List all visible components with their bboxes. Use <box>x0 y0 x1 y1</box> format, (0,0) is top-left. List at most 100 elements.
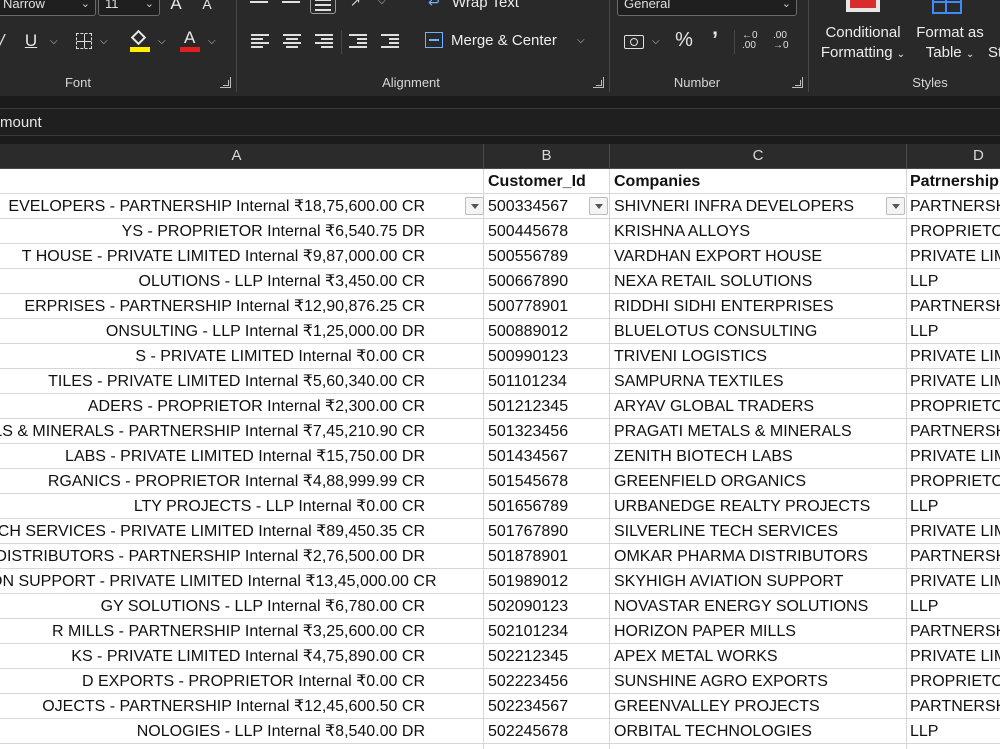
decrease-font-size-button[interactable]: A <box>200 0 214 14</box>
comma-style-button[interactable]: ’ <box>708 29 722 51</box>
cell-ledger[interactable]: ADERS - PROPRIETOR Internal ₹2,300.00 CR <box>0 394 484 419</box>
cell-customer-id[interactable]: 501101234 <box>484 369 610 394</box>
orientation-dropdown-icon[interactable]: ⌵ <box>378 0 386 7</box>
merge-center-button[interactable]: Merge & Center ⌵ <box>425 32 595 52</box>
empty-cell[interactable] <box>0 744 484 749</box>
cell-ledger[interactable]: OLUTIONS - LLP Internal ₹3,450.00 CR <box>0 269 484 294</box>
borders-dropdown-icon[interactable]: ⌵ <box>100 36 108 47</box>
cell-partnership[interactable]: PRIVATE LIMITED <box>907 344 1000 369</box>
cell-company[interactable]: URBANEDGE REALTY PROJECTS <box>610 494 907 519</box>
cell-partnership[interactable]: LLP <box>907 269 1000 294</box>
cell-company[interactable]: SKYHIGH AVIATION SUPPORT <box>610 569 907 594</box>
worksheet-grid[interactable]: Customer_Id Companies Patrnership EVELOP… <box>0 169 1000 749</box>
borders-icon[interactable] <box>76 33 92 49</box>
cell-partnership[interactable]: PARTNERSHIP <box>907 694 1000 719</box>
cell-company[interactable]: GREENVALLEY PROJECTS <box>610 694 907 719</box>
percent-style-button[interactable]: % <box>674 30 694 50</box>
align-top-icon[interactable] <box>250 0 268 10</box>
cell-ledger[interactable]: ERPRISES - PARTNERSHIP Internal ₹12,90,8… <box>0 294 484 319</box>
column-header-b[interactable]: B <box>484 144 610 168</box>
cell-customer-id[interactable]: 500778901 <box>484 294 610 319</box>
empty-cell[interactable] <box>610 744 907 749</box>
format-as-table-button[interactable]: Format as Table ⌄ <box>912 0 988 61</box>
cell-ledger[interactable]: T HOUSE - PRIVATE LIMITED Internal ₹9,87… <box>0 244 484 269</box>
cell-company[interactable]: NEXA RETAIL SOLUTIONS <box>610 269 907 294</box>
cell-partnership[interactable]: PRIVATE LIMITED <box>907 444 1000 469</box>
cell-customer-id[interactable]: 501434567 <box>484 444 610 469</box>
cell-ledger[interactable]: LS & MINERALS - PARTNERSHIP Internal ₹7,… <box>0 419 484 444</box>
cell-styles-button[interactable]: St <box>988 44 1000 64</box>
cell-ledger[interactable]: LTY PROJECTS - LLP Internal ₹0.00 CR <box>0 494 484 519</box>
cell-customer-id[interactable]: 500667890 <box>484 269 610 294</box>
cell-customer-id[interactable]: 502245678 <box>484 719 610 744</box>
cell-partnership[interactable]: LLP <box>907 494 1000 519</box>
cell-partnership[interactable]: PROPRIETOR <box>907 394 1000 419</box>
cell-partnership[interactable]: PRIVATE LIMITED <box>907 369 1000 394</box>
font-color-dropdown-icon[interactable]: ⌵ <box>208 36 216 47</box>
cell-ledger[interactable]: NOLOGIES - LLP Internal ₹8,540.00 DR <box>0 719 484 744</box>
header-cell-companies[interactable]: Companies <box>610 169 907 194</box>
cell-ledger[interactable]: ON SUPPORT - PRIVATE LIMITED Internal ₹1… <box>0 569 484 594</box>
alignment-dialog-launcher-icon[interactable] <box>593 77 604 88</box>
cell-company[interactable]: RIDDHI SIDHI ENTERPRISES <box>610 294 907 319</box>
orientation-icon[interactable]: ↗ <box>350 0 372 9</box>
cell-company[interactable]: BLUELOTUS CONSULTING <box>610 319 907 344</box>
cell-ledger[interactable]: DISTRIBUTORS - PARTNERSHIP Internal ₹2,7… <box>0 544 484 569</box>
cell-ledger[interactable]: CH SERVICES - PRIVATE LIMITED Internal ₹… <box>0 519 484 544</box>
cell-customer-id[interactable]: 501656789 <box>484 494 610 519</box>
cell-partnership[interactable]: PARTNERSHIP <box>907 294 1000 319</box>
cell-customer-id[interactable]: 501989012 <box>484 569 610 594</box>
cell-company[interactable]: GREENFIELD ORGANICS <box>610 469 907 494</box>
cell-ledger[interactable]: OJECTS - PARTNERSHIP Internal ₹12,45,600… <box>0 694 484 719</box>
cell-company[interactable]: ORBITAL TECHNOLOGIES <box>610 719 907 744</box>
cell-partnership[interactable]: PARTNERSHIP <box>907 194 1000 219</box>
formula-bar[interactable]: mount <box>0 108 1000 136</box>
cell-customer-id[interactable]: 502101234 <box>484 619 610 644</box>
cell-company[interactable]: HORIZON PAPER MILLS <box>610 619 907 644</box>
header-cell-customer-id[interactable]: Customer_Id <box>484 169 610 194</box>
cell-ledger[interactable]: S - PRIVATE LIMITED Internal ₹0.00 CR <box>0 344 484 369</box>
cell-partnership[interactable]: PARTNERSHIP <box>907 619 1000 644</box>
align-left-icon[interactable] <box>251 34 269 48</box>
align-right-icon[interactable] <box>315 34 333 48</box>
column-header-c[interactable]: C <box>610 144 907 168</box>
decrease-indent-icon[interactable] <box>349 34 367 48</box>
increase-font-size-button[interactable]: A <box>168 0 184 14</box>
cell-ledger[interactable]: ONSULTING - LLP Internal ₹1,25,000.00 DR <box>0 319 484 344</box>
cell-company[interactable]: VARDHAN EXPORT HOUSE <box>610 244 907 269</box>
cell-customer-id[interactable]: 502090123 <box>484 594 610 619</box>
cell-company[interactable]: KRISHNA ALLOYS <box>610 219 907 244</box>
cell-customer-id[interactable]: 501767890 <box>484 519 610 544</box>
italic-button[interactable]: / <box>0 31 8 51</box>
cell-ledger[interactable]: EVELOPERS - PARTNERSHIP Internal ₹18,75,… <box>0 194 484 219</box>
cell-partnership[interactable]: PARTNERSHIP <box>907 419 1000 444</box>
align-bottom-icon[interactable] <box>310 0 336 14</box>
accounting-format-dropdown-icon[interactable]: ⌵ <box>652 36 660 47</box>
cell-ledger[interactable]: GY SOLUTIONS - LLP Internal ₹6,780.00 CR <box>0 594 484 619</box>
formula-bar-text[interactable]: mount <box>0 114 42 131</box>
cell-partnership[interactable]: PROPRIETOR <box>907 469 1000 494</box>
cell-ledger[interactable]: D EXPORTS - PROPRIETOR Internal ₹0.00 CR <box>0 669 484 694</box>
font-name-combo[interactable]: Narrow ⌄ <box>0 0 96 16</box>
column-header-a[interactable]: A <box>0 144 484 168</box>
cell-customer-id[interactable]: 502234567 <box>484 694 610 719</box>
increase-decimal-icon[interactable]: ←0.00 <box>742 31 764 53</box>
cell-partnership[interactable]: PRIVATE LIMITED <box>907 644 1000 669</box>
wrap-text-button[interactable]: ↩ Wrap Text <box>428 0 558 14</box>
cell-partnership[interactable]: PRIVATE LIMITED <box>907 244 1000 269</box>
number-format-combo[interactable]: General ⌄ <box>617 0 797 16</box>
cell-customer-id[interactable]: 501212345 <box>484 394 610 419</box>
filter-button-a[interactable] <box>465 197 484 215</box>
cell-customer-id[interactable]: 502212345 <box>484 644 610 669</box>
cell-company[interactable]: SILVERLINE TECH SERVICES <box>610 519 907 544</box>
cell-company[interactable]: ZENITH BIOTECH LABS <box>610 444 907 469</box>
cell-partnership[interactable]: PRIVATE LIMITED <box>907 519 1000 544</box>
cell-ledger[interactable]: TILES - PRIVATE LIMITED Internal ₹5,60,3… <box>0 369 484 394</box>
decrease-decimal-icon[interactable]: .00 →0 <box>773 31 795 53</box>
cell-ledger[interactable]: LABS - PRIVATE LIMITED Internal ₹15,750.… <box>0 444 484 469</box>
number-dialog-launcher-icon[interactable] <box>792 77 803 88</box>
cell-customer-id[interactable]: 500556789 <box>484 244 610 269</box>
cell-company[interactable]: NOVASTAR ENERGY SOLUTIONS <box>610 594 907 619</box>
align-middle-icon[interactable] <box>282 0 300 10</box>
cell-customer-id[interactable]: 501323456 <box>484 419 610 444</box>
